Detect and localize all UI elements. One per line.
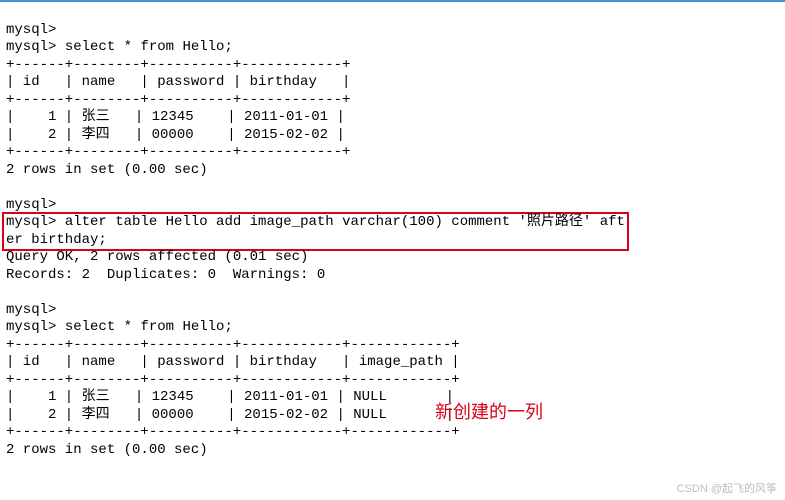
prompt: mysql> (6, 319, 56, 335)
prompt: mysql> (6, 39, 56, 55)
sql-alter-wrap: er birthday; (6, 232, 107, 248)
prompt: mysql> (6, 302, 56, 318)
prompt: mysql> (6, 22, 56, 38)
prompt: mysql> (6, 214, 56, 230)
status-records: Records: 2 Duplicates: 0 Warnings: 0 (6, 267, 325, 283)
status-rows: 2 rows in set (0.00 sec) (6, 442, 208, 458)
table-row: | 2 | 李四 | 00000 | 2015-02-02 | (6, 127, 345, 143)
terminal-output: mysql> mysql> select * from Hello; +----… (0, 2, 785, 461)
status-query-ok: Query OK, 2 rows affected (0.01 sec) (6, 249, 308, 265)
prompt: mysql> (6, 197, 56, 213)
table-border: +------+--------+----------+------------… (6, 424, 460, 440)
table-border: +------+--------+----------+------------… (6, 144, 350, 160)
table-header: | id | name | password | birthday | imag… (6, 354, 460, 370)
table-row: | 1 | 张三 | 12345 | 2011-01-01 | NULL | (6, 389, 454, 405)
table-border: +------+--------+----------+------------… (6, 92, 350, 108)
table-row: | 1 | 张三 | 12345 | 2011-01-01 | (6, 109, 345, 125)
sql-alter: alter table Hello add image_path varchar… (65, 214, 625, 230)
annotation-label: 新创建的一列 (435, 398, 543, 424)
table-border: +------+--------+----------+------------… (6, 372, 460, 388)
table-border: +------+--------+----------+------------… (6, 57, 350, 73)
highlighted-command: mysql> alter table Hello add image_path … (2, 212, 629, 251)
status-rows: 2 rows in set (0.00 sec) (6, 162, 208, 178)
sql-select-1: select * from Hello; (65, 39, 233, 55)
table-header: | id | name | password | birthday | (6, 74, 350, 90)
sql-select-2: select * from Hello; (65, 319, 233, 335)
table-border: +------+--------+----------+------------… (6, 337, 460, 353)
watermark: CSDN @起飞的风筝 (677, 480, 777, 496)
table-row: | 2 | 李四 | 00000 | 2015-02-02 | NULL | (6, 407, 454, 423)
